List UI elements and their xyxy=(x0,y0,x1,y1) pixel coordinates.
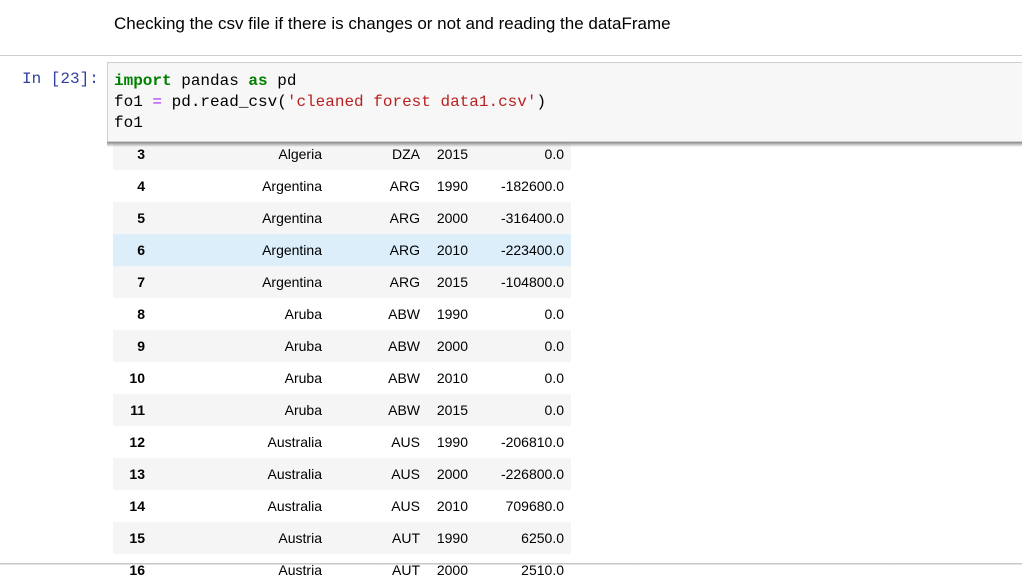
year-cell: 2010 xyxy=(436,242,468,258)
dataframe-table-body: 3 Algeria DZA 2015 0.0 4 Argentina ARG 1990 -1826… xyxy=(113,138,571,586)
row-index: 13 xyxy=(129,466,145,482)
year-cell: 1990 xyxy=(436,530,468,546)
output-scroll-shadow xyxy=(107,142,1022,147)
row-index: 7 xyxy=(137,274,145,290)
row-index: 14 xyxy=(129,498,145,514)
country-cell: Austria xyxy=(278,562,322,578)
input-prompt: In [23]: xyxy=(22,70,99,88)
country-code-cell: ABW xyxy=(388,402,420,418)
value-cell: 6250.0 xyxy=(521,530,564,546)
year-cell: 2015 xyxy=(436,274,468,290)
value-cell: -316400.0 xyxy=(500,210,564,226)
country-cell: Australia xyxy=(267,466,322,482)
row-index: 8 xyxy=(137,306,145,322)
country-cell: Australia xyxy=(267,434,322,450)
code-line-2: fo1 = pd.read_csv('cleaned forest data1.… xyxy=(114,93,547,111)
country-cell: Argentina xyxy=(262,178,322,194)
country-cell: Aruba xyxy=(284,338,322,354)
value-cell: -223400.0 xyxy=(500,242,564,258)
year-cell: 1990 xyxy=(436,178,468,194)
row-index: 11 xyxy=(130,402,145,418)
code-line-1: import pandas as pd xyxy=(114,72,297,90)
country-code-cell: AUT xyxy=(392,562,420,578)
dataframe-output[interactable]: 3 Algeria DZA 2015 0.0 4 Argentina ARG 1990 -1826… xyxy=(113,138,571,586)
row-index: 6 xyxy=(137,242,145,258)
table-row[interactable]: 14 Australia AUS 2010 709680.0 xyxy=(113,490,571,522)
table-row[interactable]: 10 Aruba ABW 2010 0.0 xyxy=(113,362,571,394)
table-row[interactable]: 4 Argentina ARG 1990 -182600.0 xyxy=(113,170,571,202)
year-cell: 2000 xyxy=(436,338,468,354)
table-row[interactable]: 5 Argentina ARG 2000 -316400.0 xyxy=(113,202,571,234)
year-cell: 1990 xyxy=(436,306,468,322)
year-cell: 1990 xyxy=(436,434,468,450)
value-cell: 0.0 xyxy=(544,370,564,386)
value-cell: -182600.0 xyxy=(500,178,564,194)
value-cell: -104800.0 xyxy=(500,274,564,290)
table-row[interactable]: 15 Austria AUT 1990 6250.0 xyxy=(113,522,571,554)
row-index: 10 xyxy=(129,370,145,386)
table-row[interactable]: 16 Austria AUT 2000 2510.0 xyxy=(113,554,571,586)
year-cell: 2000 xyxy=(436,210,468,226)
year-cell: 2010 xyxy=(436,498,468,514)
country-code-cell: AUS xyxy=(391,466,420,482)
row-index: 15 xyxy=(129,530,145,546)
value-cell: -226800.0 xyxy=(500,466,564,482)
country-code-cell: ARG xyxy=(389,242,420,258)
country-code-cell: AUS xyxy=(391,434,420,450)
country-cell: Argentina xyxy=(262,274,322,290)
country-code-cell: ARG xyxy=(389,210,420,226)
country-cell: Australia xyxy=(267,498,322,514)
value-cell: 0.0 xyxy=(544,306,564,322)
value-cell: 709680.0 xyxy=(505,498,564,514)
row-index: 5 xyxy=(137,210,145,226)
table-row[interactable]: 12 Australia AUS 1990 -206810.0 xyxy=(113,426,571,458)
row-index: 16 xyxy=(129,562,145,578)
row-index: 9 xyxy=(137,338,145,354)
table-row[interactable]: 9 Aruba ABW 2000 0.0 xyxy=(113,330,571,362)
country-code-cell: AUS xyxy=(391,498,420,514)
cell-divider xyxy=(0,55,1022,56)
country-code-cell: ARG xyxy=(389,178,420,194)
table-row[interactable]: 8 Aruba ABW 1990 0.0 xyxy=(113,298,571,330)
year-cell: 2000 xyxy=(436,466,468,482)
country-cell: Austria xyxy=(278,530,322,546)
year-cell: 2010 xyxy=(436,370,468,386)
row-index: 4 xyxy=(137,178,145,194)
year-cell: 2015 xyxy=(436,402,468,418)
table-row[interactable]: 11 Aruba ABW 2015 0.0 xyxy=(113,394,571,426)
country-code-cell: ABW xyxy=(388,338,420,354)
country-code-cell: ARG xyxy=(389,274,420,290)
country-cell: Aruba xyxy=(284,370,322,386)
country-code-cell: ABW xyxy=(388,370,420,386)
value-cell: -206810.0 xyxy=(500,434,564,450)
value-cell: 2510.0 xyxy=(521,562,564,578)
country-cell: Argentina xyxy=(262,210,322,226)
table-row[interactable]: 13 Australia AUS 2000 -226800.0 xyxy=(113,458,571,490)
markdown-text: Checking the csv file if there is change… xyxy=(114,14,671,33)
code-line-3: fo1 xyxy=(114,114,143,132)
table-row[interactable]: 6 Argentina ARG 2010 -223400.0 xyxy=(113,234,571,266)
row-index: 12 xyxy=(129,434,145,450)
table-row[interactable]: 7 Argentina ARG 2015 -104800.0 xyxy=(113,266,571,298)
code-editor[interactable]: import pandas as pd fo1 = pd.read_csv('c… xyxy=(107,62,1022,142)
output-bottom-edge xyxy=(0,563,1022,565)
value-cell: 0.0 xyxy=(544,402,564,418)
country-code-cell: AUT xyxy=(392,530,420,546)
country-cell: Argentina xyxy=(262,242,322,258)
year-cell: 2000 xyxy=(436,562,468,578)
country-cell: Aruba xyxy=(284,402,322,418)
value-cell: 0.0 xyxy=(544,338,564,354)
country-cell: Aruba xyxy=(284,306,322,322)
country-code-cell: ABW xyxy=(388,306,420,322)
